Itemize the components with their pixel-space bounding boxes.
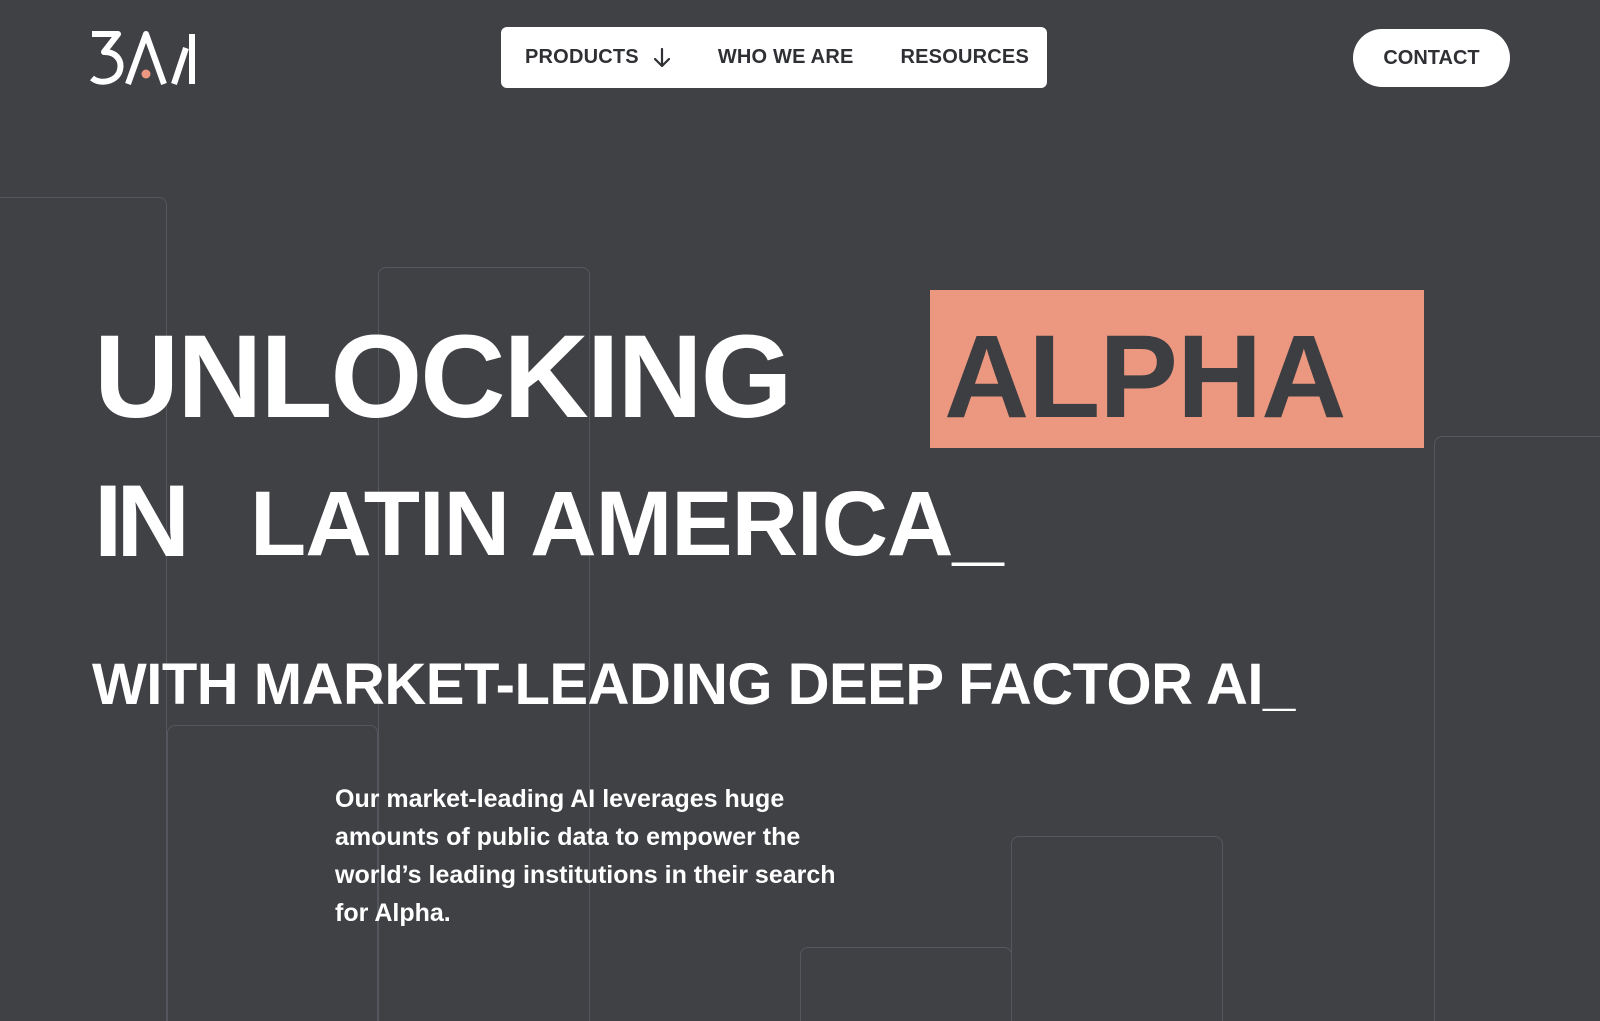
contact-button[interactable]: CONTACT xyxy=(1353,29,1510,87)
nav-item-label: PRODUCTS xyxy=(525,46,639,68)
nav-item-resources[interactable]: RESOURCES xyxy=(901,46,1030,69)
decorative-box xyxy=(1434,436,1600,1021)
nav-item-label: WHO WE ARE xyxy=(717,46,854,68)
hero-subheadline: WITH MARKET-LEADING DEEP FACTOR AI_ xyxy=(92,652,1295,717)
brand-logo[interactable] xyxy=(90,30,198,86)
nav-item-who-we-are[interactable]: WHO WE ARE xyxy=(718,46,854,69)
hero-headline-in: IN xyxy=(94,464,190,578)
page: PRODUCTS WHO WE ARE RESOURCES CONTACT UN… xyxy=(0,0,1600,1021)
decorative-box xyxy=(1011,836,1223,1021)
nav-item-products[interactable]: PRODUCTS xyxy=(525,46,671,69)
hero-highlight-word: ALPHA xyxy=(944,311,1346,443)
decorative-box xyxy=(800,947,1012,1021)
hero-headline-line1: UNLOCKING xyxy=(94,311,793,443)
arrow-down-icon xyxy=(653,47,670,67)
hero-description: Our market-leading AI leverages huge amo… xyxy=(335,785,836,927)
hero-headline-line2: LATIN AMERICA_ xyxy=(250,473,1004,575)
nav-item-label: RESOURCES xyxy=(900,46,1029,68)
main-nav: PRODUCTS WHO WE ARE RESOURCES xyxy=(501,27,1047,88)
logo-mark-icon xyxy=(90,31,195,86)
